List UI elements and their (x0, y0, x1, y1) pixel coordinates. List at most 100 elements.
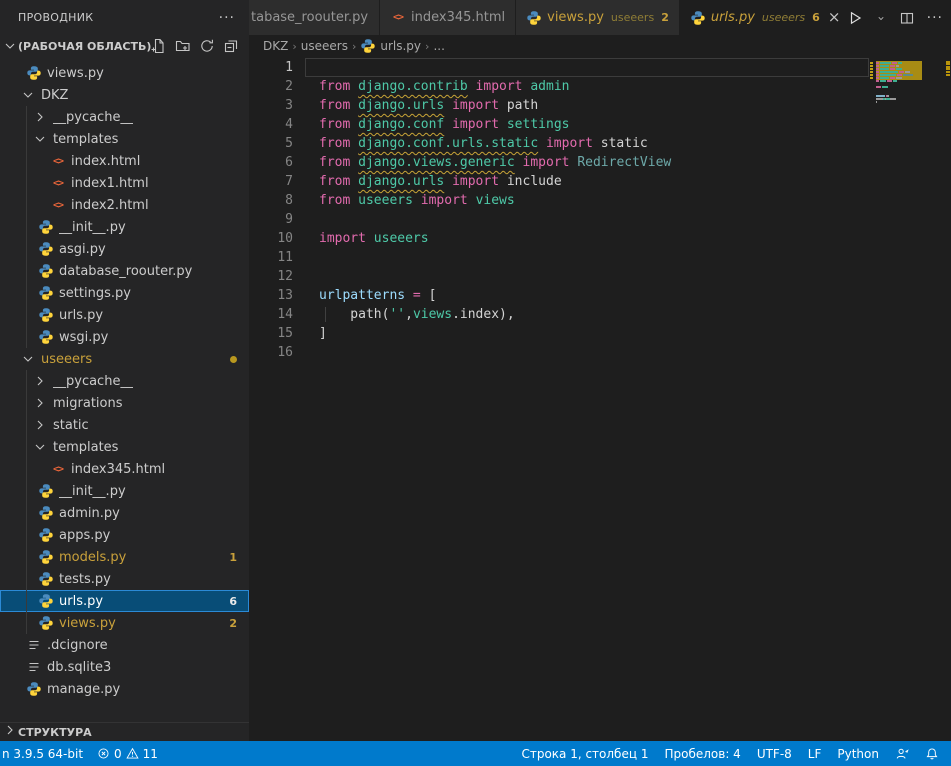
code-token: from (319, 98, 350, 113)
tree-item-__init__.py[interactable]: __init__.py (0, 480, 249, 502)
line-number: 14 (249, 305, 319, 324)
tree-item-asgi.py[interactable]: asgi.py (0, 238, 249, 260)
tree-item-models.py[interactable]: models.py1 (0, 546, 249, 568)
cursor-position[interactable]: Строка 1, столбец 1 (521, 741, 648, 766)
tree-item-tests.py[interactable]: tests.py (0, 568, 249, 590)
eol-sequence[interactable]: LF (808, 741, 822, 766)
code-line-12[interactable] (319, 267, 870, 286)
run-options-dropdown[interactable] (875, 12, 887, 24)
collapse-folders-button[interactable] (223, 38, 239, 54)
tree-item-static[interactable]: static (0, 414, 249, 436)
tree-item-index345.html[interactable]: <>index345.html (0, 458, 249, 480)
notifications-bell[interactable] (925, 741, 939, 766)
tree-item-useeers[interactable]: useeers (0, 348, 249, 370)
breadcrumb-item-...[interactable]: ... (433, 39, 444, 53)
explorer-more-actions-icon[interactable]: ··· (219, 10, 235, 26)
code-line-1[interactable] (319, 58, 870, 77)
refresh-explorer-button[interactable] (199, 38, 215, 54)
code-line-14[interactable]: path('',views.index), (319, 305, 870, 324)
problems-indicator[interactable]: 011 (97, 741, 158, 766)
python-interpreter[interactable]: n 3.9.5 64-bit (2, 741, 83, 766)
language-mode[interactable]: Python (837, 741, 879, 766)
tree-item-database_roouter.py[interactable]: database_roouter.py (0, 260, 249, 282)
tree-item-wsgi.py[interactable]: wsgi.py (0, 326, 249, 348)
minimap[interactable] (870, 57, 945, 177)
python-file-icon (38, 483, 54, 499)
indentation[interactable]: Пробелов: 4 (664, 741, 740, 766)
tree-item-urls.py[interactable]: urls.py (0, 304, 249, 326)
minimap-line (896, 68, 902, 70)
code-line-15[interactable]: ] (319, 324, 870, 343)
line-number: 15 (249, 324, 319, 343)
tab-index345.html[interactable]: <>index345.html (380, 0, 516, 35)
code-token: from (319, 136, 350, 151)
code-line-9[interactable] (319, 210, 870, 229)
code-line-16[interactable] (319, 343, 870, 362)
tree-item-__pycache__[interactable]: __pycache__ (0, 106, 249, 128)
new-file-button[interactable] (151, 38, 167, 54)
modified-dot-icon (230, 356, 237, 363)
tab-urls.py[interactable]: urls.pyuseeers6× (680, 0, 852, 35)
breadcrumb-item-urls.py[interactable]: urls.py (360, 38, 421, 54)
code-line-11[interactable] (319, 248, 870, 267)
tree-item-db.sqlite3[interactable]: db.sqlite3 (0, 656, 249, 678)
sidebar-header: ПРОВОДНИК ··· (0, 0, 249, 35)
tree-item-DKZ[interactable]: DKZ (0, 84, 249, 106)
tree-item-__init__.py[interactable]: __init__.py (0, 216, 249, 238)
code-line-10[interactable]: import useeers (319, 229, 870, 248)
tree-item-manage.py[interactable]: manage.py (0, 678, 249, 700)
workspace-section-header[interactable]: (РАБОЧАЯ ОБЛАСТЬ) ... (0, 35, 249, 57)
code-line-6[interactable]: from django.views.generic import Redirec… (319, 153, 870, 172)
editor-group: tabase_roouter.py<>index345.htmlviews.py… (249, 0, 951, 741)
tree-item-.dcignore[interactable]: .dcignore (0, 634, 249, 656)
breadcrumb-item-DKZ[interactable]: DKZ (263, 39, 288, 53)
editor-more-actions[interactable]: ··· (927, 10, 943, 26)
tree-item-templates[interactable]: templates (0, 128, 249, 150)
tree-item-views.py[interactable]: views.py (0, 62, 249, 84)
minimap-line (893, 80, 897, 82)
code-content[interactable]: from django.contrib import adminfrom dja… (319, 57, 870, 741)
code-line-7[interactable]: from django.urls import include (319, 172, 870, 191)
text-file-icon (26, 659, 42, 675)
tree-item-urls.py[interactable]: urls.py6 (0, 590, 249, 612)
tree-item-index.html[interactable]: <>index.html (0, 150, 249, 172)
indent-guide (26, 436, 27, 458)
code-line-13[interactable]: urlpatterns = [ (319, 286, 870, 305)
feedback-button[interactable] (895, 741, 909, 766)
tree-item-index1.html[interactable]: <>index1.html (0, 172, 249, 194)
tree-item-migrations[interactable]: migrations (0, 392, 249, 414)
code-token: [ (421, 288, 437, 303)
tab-tabase_roouter.py[interactable]: tabase_roouter.py (249, 0, 380, 35)
breadcrumb-item-useeers[interactable]: useeers (301, 39, 348, 53)
tree-item-templates[interactable]: templates (0, 436, 249, 458)
new-folder-button[interactable] (175, 38, 191, 54)
code-line-4[interactable]: from django.conf import settings (319, 115, 870, 134)
tree-item-label: asgi.py (59, 242, 106, 257)
tree-item-settings.py[interactable]: settings.py (0, 282, 249, 304)
code-editor[interactable]: 12345678910111213141516 from django.cont… (249, 57, 951, 741)
tree-item-index2.html[interactable]: <>index2.html (0, 194, 249, 216)
tree-item-label: tests.py (59, 572, 111, 587)
code-line-8[interactable]: from useeers import views (319, 191, 870, 210)
tab-views.py[interactable]: views.pyuseeers2 (516, 0, 680, 35)
minimap-warning-tick (870, 71, 873, 73)
tree-item-views.py[interactable]: views.py2 (0, 612, 249, 634)
line-number: 2 (249, 77, 319, 96)
tree-item-admin.py[interactable]: admin.py (0, 502, 249, 524)
minimap-line (890, 98, 896, 100)
encoding[interactable]: UTF-8 (757, 741, 792, 766)
tree-item-__pycache__[interactable]: __pycache__ (0, 370, 249, 392)
code-line-5[interactable]: from django.conf.urls.static import stat… (319, 134, 870, 153)
run-python-file-button[interactable] (847, 10, 863, 26)
split-editor-button[interactable] (899, 10, 915, 26)
code-token: import (421, 193, 468, 208)
close-tab-icon[interactable]: × (828, 10, 841, 25)
tree-item-apps.py[interactable]: apps.py (0, 524, 249, 546)
structure-section-header[interactable]: СТРУКТУРА (0, 722, 249, 741)
minimap-line (880, 65, 889, 67)
indent-guide (26, 128, 27, 150)
code-line-2[interactable]: from django.contrib import admin (319, 77, 870, 96)
code-line-3[interactable]: from django.urls import path (319, 96, 870, 115)
squiggle-warning-token: django.urls (358, 174, 444, 189)
code-token: from (319, 174, 350, 189)
